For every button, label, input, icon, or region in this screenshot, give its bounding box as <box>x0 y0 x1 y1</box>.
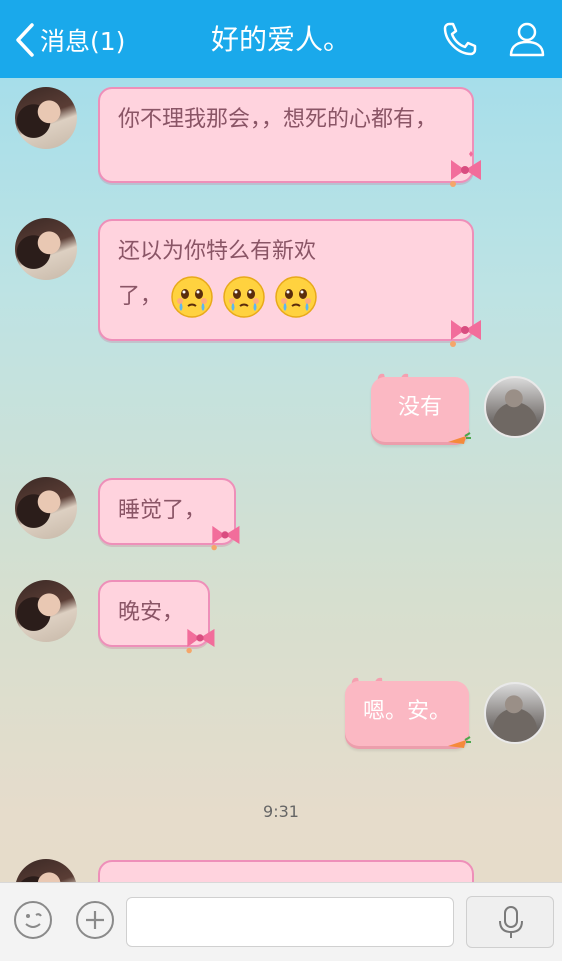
bow-decoration-icon <box>450 151 481 187</box>
message-bubble-received[interactable] <box>98 860 474 882</box>
chat-area[interactable]: 你不理我那会，，想死的心都有， 还以为你特么有新欢 了， 没有 睡觉了， 晚安，… <box>0 78 562 882</box>
message-text: 没有 <box>397 395 442 420</box>
contact-avatar[interactable] <box>15 218 77 280</box>
add-attachment-button[interactable] <box>76 901 114 939</box>
emoji-button[interactable] <box>14 901 52 939</box>
message-text: 嗯。安。 <box>363 699 452 724</box>
bow-decoration-icon <box>450 320 481 347</box>
carrot-decoration-icon <box>448 432 471 444</box>
message-text: 你不理我那会，，想死的心都有， <box>118 107 438 132</box>
contact-avatar[interactable] <box>15 859 77 882</box>
message-timestamp: 9:31 <box>263 802 299 821</box>
contact-avatar[interactable] <box>15 87 77 149</box>
plus-icon <box>86 911 104 929</box>
message-text: 了， <box>118 284 163 309</box>
bow-decoration-icon <box>186 628 215 654</box>
my-avatar[interactable] <box>484 376 546 438</box>
microphone-icon <box>499 906 523 938</box>
smiley-icon <box>25 913 42 928</box>
chat-header: 消息(1) 好的爱人。 <box>0 0 562 78</box>
message-text: 晚安， <box>118 600 185 625</box>
crying-face-emoji-icon <box>171 276 213 318</box>
bow-decoration-icon <box>211 525 240 551</box>
crying-face-emoji-icon <box>275 276 317 318</box>
message-bubble-received[interactable]: 还以为你特么有新欢 了， <box>98 219 474 341</box>
contact-avatar[interactable] <box>15 580 77 642</box>
voice-input-button[interactable] <box>466 896 554 948</box>
my-avatar[interactable] <box>484 682 546 744</box>
user-profile-icon[interactable] <box>507 19 547 59</box>
crying-face-emoji-icon <box>223 276 265 318</box>
message-input[interactable] <box>126 897 454 947</box>
contact-avatar[interactable] <box>15 477 77 539</box>
message-text: 睡觉了， <box>118 498 207 523</box>
carrot-decoration-icon <box>448 736 471 748</box>
phone-icon[interactable] <box>440 19 480 59</box>
message-text: 还以为你特么有新欢 <box>118 239 317 264</box>
message-bubble-received[interactable]: 你不理我那会，，想死的心都有， <box>98 87 474 183</box>
input-bar <box>0 882 562 961</box>
